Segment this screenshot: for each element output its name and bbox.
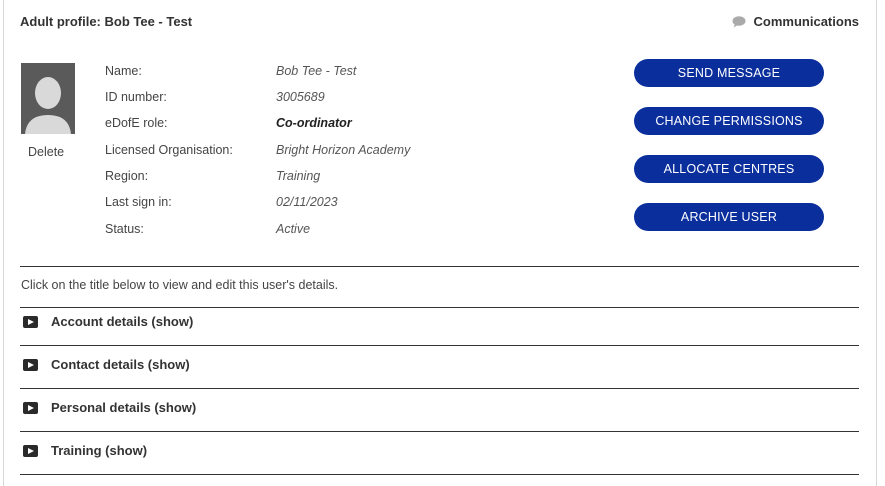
- change-permissions-button[interactable]: CHANGE PERMISSIONS: [634, 107, 824, 135]
- communications-link[interactable]: Communications: [732, 14, 859, 29]
- role-label: eDofE role:: [105, 116, 168, 130]
- user-silhouette-icon: [25, 77, 71, 134]
- send-message-button[interactable]: SEND MESSAGE: [634, 59, 824, 87]
- section-personal-details[interactable]: Personal details (show): [20, 390, 859, 432]
- section-account-details[interactable]: Account details (show): [20, 304, 859, 346]
- play-icon: [23, 359, 38, 371]
- play-icon: [23, 445, 38, 457]
- archive-user-button[interactable]: ARCHIVE USER: [634, 203, 824, 231]
- delete-link[interactable]: Delete: [28, 145, 64, 159]
- allocate-centres-button[interactable]: ALLOCATE CENTRES: [634, 155, 824, 183]
- section-title[interactable]: Contact details (show): [51, 357, 190, 372]
- instructions-text: Click on the title below to view and edi…: [21, 278, 339, 292]
- page-title: Adult profile: Bob Tee - Test: [20, 14, 193, 29]
- last-sign-in-value: 02/11/2023: [276, 195, 338, 209]
- organisation-label: Licensed Organisation:: [105, 143, 233, 157]
- divider: [20, 345, 859, 346]
- id-number-value: 3005689: [276, 90, 325, 104]
- divider: [20, 474, 859, 475]
- divider: [20, 388, 859, 389]
- section-contact-details[interactable]: Contact details (show): [20, 347, 859, 389]
- organisation-value: Bright Horizon Academy: [276, 143, 411, 157]
- name-label: Name:: [105, 64, 142, 78]
- speech-bubble-icon: [732, 15, 746, 28]
- play-icon: [23, 402, 38, 414]
- status-label: Status:: [105, 222, 144, 236]
- section-title[interactable]: Account details (show): [51, 314, 193, 329]
- communications-label: Communications: [753, 14, 859, 29]
- region-value: Training: [276, 169, 321, 183]
- last-sign-in-label: Last sign in:: [105, 195, 172, 209]
- divider: [20, 266, 859, 267]
- section-training[interactable]: Training (show): [20, 433, 859, 475]
- play-icon: [23, 316, 38, 328]
- section-title[interactable]: Personal details (show): [51, 400, 196, 415]
- status-value: Active: [276, 222, 311, 236]
- id-number-label: ID number:: [105, 90, 167, 104]
- section-title[interactable]: Training (show): [51, 443, 147, 458]
- avatar: [21, 63, 75, 134]
- region-label: Region:: [105, 169, 149, 183]
- divider: [20, 431, 859, 432]
- role-value: Co-ordinator: [276, 116, 352, 130]
- name-value: Bob Tee - Test: [276, 64, 357, 78]
